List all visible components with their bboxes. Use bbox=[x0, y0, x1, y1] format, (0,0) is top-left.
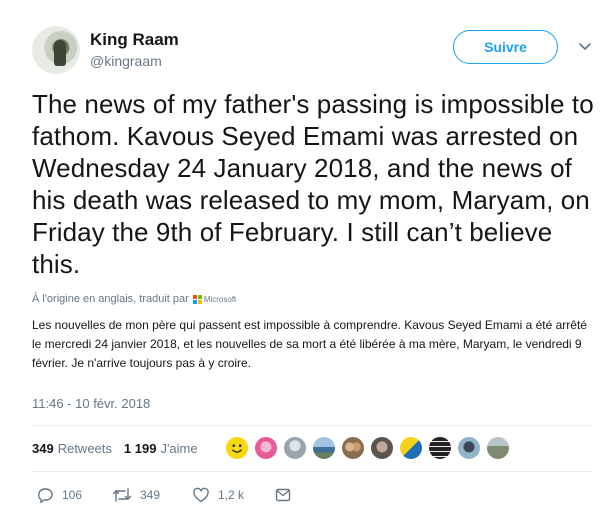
handle[interactable]: @kingraam bbox=[90, 53, 162, 69]
tweet-stats: 349 Retweets 1 199 J'aime bbox=[32, 441, 210, 456]
text-avatar[interactable] bbox=[428, 436, 452, 460]
likes-label: J'aime bbox=[160, 441, 198, 456]
tweet-header: King Raam @kingraam Suivre bbox=[32, 22, 602, 74]
tweet-actions: 106 349 1,2 k bbox=[32, 484, 332, 506]
retweet-action[interactable]: 349 bbox=[112, 484, 160, 506]
likes-stat[interactable]: 1 199 J'aime bbox=[124, 441, 198, 456]
microsoft-logo-icon bbox=[192, 294, 202, 304]
retweets-stat[interactable]: 349 Retweets bbox=[32, 441, 112, 456]
reply-action[interactable]: 106 bbox=[36, 484, 82, 506]
sky-avatar[interactable] bbox=[457, 436, 481, 460]
chevron-down-icon[interactable] bbox=[576, 37, 594, 55]
follow-button[interactable]: Suivre bbox=[453, 30, 558, 64]
group-avatar[interactable] bbox=[341, 436, 365, 460]
tweet-text: The news of my father's passing is impos… bbox=[32, 89, 594, 279]
direct-message-action[interactable] bbox=[274, 484, 292, 506]
reply-icon bbox=[38, 488, 53, 504]
like-count: 1,2 k bbox=[218, 488, 245, 502]
retweet-count: 349 bbox=[140, 488, 161, 502]
retweet-icon bbox=[112, 488, 132, 502]
liker-avatars bbox=[225, 436, 515, 462]
envelope-icon bbox=[275, 488, 291, 502]
translation-attribution: À l'origine en anglais, traduit par Micr… bbox=[32, 293, 236, 305]
translator-name: Microsoft bbox=[203, 294, 237, 304]
landscape-avatar[interactable] bbox=[312, 436, 336, 460]
reply-count: 106 bbox=[62, 488, 83, 502]
like-action[interactable]: 1,2 k bbox=[192, 484, 244, 506]
retweets-label: Retweets bbox=[57, 441, 112, 456]
translation-text: Les nouvelles de mon père qui passent es… bbox=[32, 318, 587, 370]
divider bbox=[32, 425, 592, 426]
avatar[interactable] bbox=[32, 26, 80, 74]
retweets-count: 349 bbox=[32, 441, 54, 456]
heart-icon bbox=[193, 487, 209, 503]
portrait-avatar[interactable] bbox=[370, 436, 394, 460]
translated-by-label: À l'origine en anglais, traduit par bbox=[32, 293, 189, 305]
divider bbox=[32, 471, 592, 472]
timestamp[interactable]: 11:46 - 10 févr. 2018 bbox=[32, 396, 150, 411]
outdoor-avatar[interactable] bbox=[486, 436, 510, 460]
person-avatar[interactable] bbox=[283, 436, 307, 460]
likes-count: 1 199 bbox=[123, 441, 157, 456]
pink-character-avatar[interactable] bbox=[254, 436, 278, 460]
flag-avatar[interactable] bbox=[399, 436, 423, 460]
display-name[interactable]: King Raam bbox=[90, 30, 179, 50]
smiley-avatar[interactable] bbox=[225, 436, 249, 460]
